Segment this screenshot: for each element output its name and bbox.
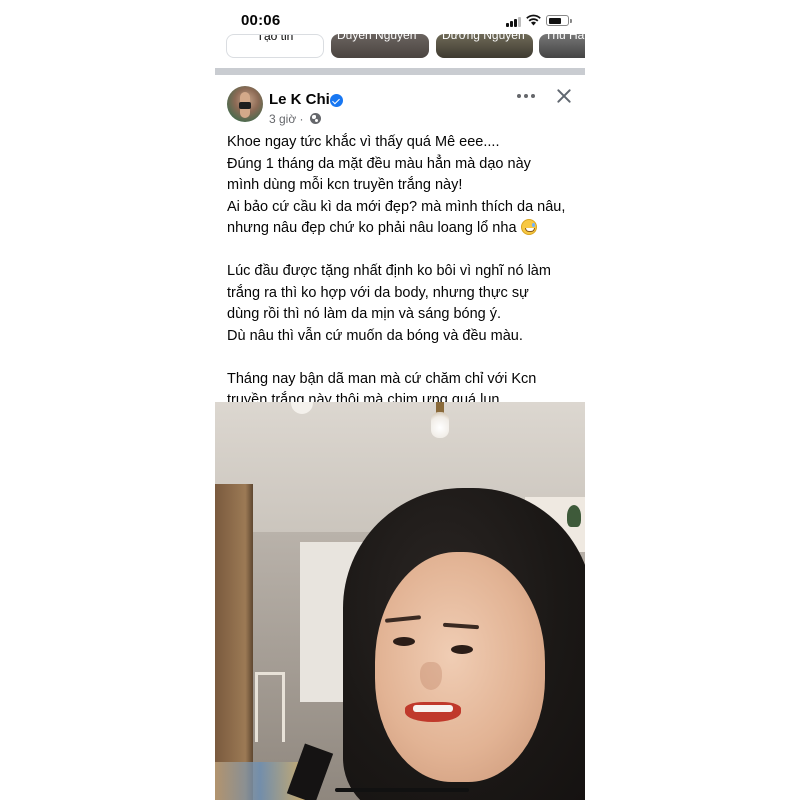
post-line: trắng ra thì ko hợp với da body, nhưng t…	[227, 284, 529, 301]
post-text: Khoe ngay tức khắc vì thấy quá Mê eee...…	[227, 132, 579, 412]
phone-screen: 00:06 Tạo tin Duyên Nguyễn Dương Nguyễn …	[215, 0, 585, 800]
home-indicator[interactable]	[335, 788, 469, 792]
grinning-sweat-emoji-icon	[520, 219, 537, 235]
author-name[interactable]: Le K Chi	[269, 91, 330, 108]
story-card[interactable]: Dương Nguyễn	[436, 34, 533, 58]
create-story-label: Tạo tin	[256, 34, 294, 43]
story-user-name: Dương Nguyễn	[442, 34, 525, 42]
post-line: dùng rồi thì nó làm da mịn và sáng bóng …	[227, 306, 502, 322]
author-avatar[interactable]	[227, 86, 263, 122]
feed-divider	[215, 68, 585, 75]
post-timestamp[interactable]: 3 giờ ·	[269, 112, 304, 126]
cellular-signal-icon	[506, 17, 522, 27]
post-line: Tháng nay bận dã man mà cứ chăm chỉ với …	[227, 370, 537, 387]
battery-icon	[546, 15, 572, 26]
post-line: Khoe ngay tức khắc vì thấy quá Mê eee...…	[227, 134, 500, 150]
more-options-button[interactable]	[517, 94, 535, 100]
battery-level	[548, 17, 562, 24]
post-line-with-emoji: nhưng nâu đẹp chứ ko phải nâu loang lổ n…	[227, 218, 579, 240]
create-story-button[interactable]: Tạo tin	[226, 34, 324, 58]
story-card[interactable]: Thu Hà	[539, 34, 585, 58]
globe-icon	[310, 113, 321, 124]
post-line: mình dùng mỗi kcn truyền trắng này!	[227, 177, 463, 193]
close-icon[interactable]	[555, 87, 573, 105]
story-user-name: Duyên Nguyễn	[337, 34, 417, 42]
post-line: Dù nâu thì vẫn cứ muốn da bóng và đều mà…	[227, 327, 523, 344]
story-user-name: Thu Hà	[545, 34, 585, 42]
post-line: nhưng nâu đẹp chứ ko phải nâu loang lổ n…	[227, 220, 517, 236]
post-line: Ai bảo cứ cầu kì da mới đẹp? mà mình thí…	[227, 198, 566, 215]
verified-badge-icon	[330, 94, 343, 107]
story-card[interactable]: Duyên Nguyễn	[331, 34, 429, 58]
post-photo[interactable]	[215, 402, 585, 800]
post-line: Lúc đầu được tặng nhất định ko bôi vì ng…	[227, 263, 551, 279]
post-line: Đúng 1 tháng da mặt đều màu hẳn mà dạo n…	[227, 155, 531, 172]
status-time: 00:06	[241, 12, 281, 29]
wifi-icon	[526, 14, 541, 26]
stories-strip: Tạo tin Duyên Nguyễn Dương Nguyễn Thu Hà	[215, 30, 585, 60]
